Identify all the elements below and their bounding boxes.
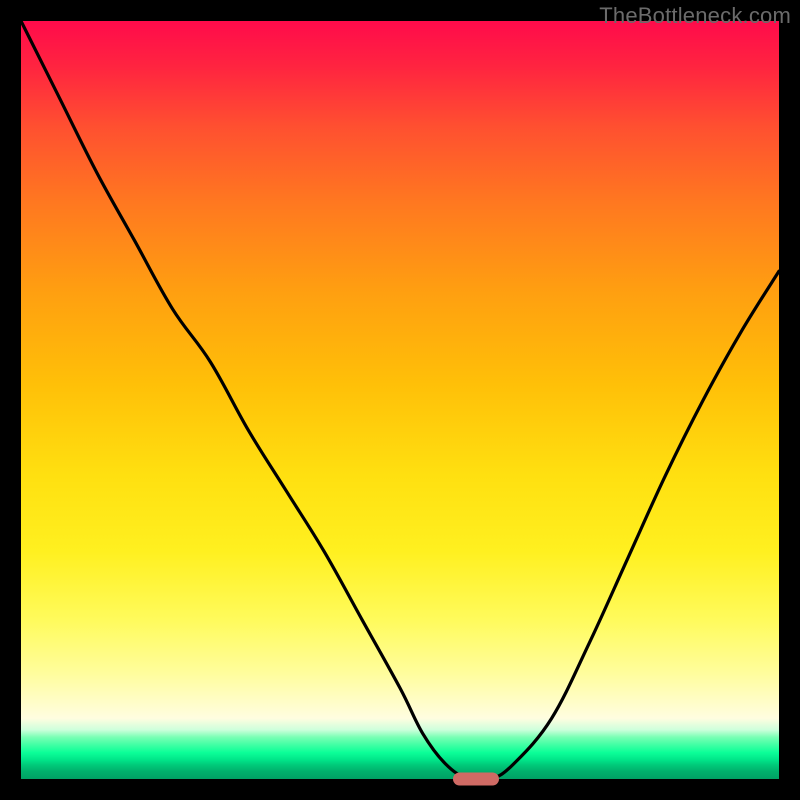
curve-path	[21, 21, 779, 779]
plot-area	[21, 21, 779, 779]
watermark-label: TheBottleneck.com	[599, 3, 791, 29]
chart-frame: TheBottleneck.com	[0, 0, 800, 800]
bottleneck-curve	[21, 21, 779, 779]
optimum-marker	[453, 773, 499, 786]
